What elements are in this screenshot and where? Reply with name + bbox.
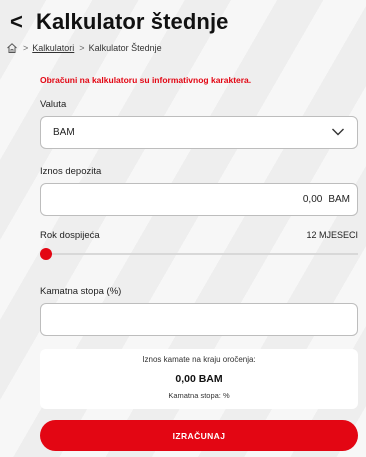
kamatna-stopa-input[interactable] xyxy=(40,303,358,336)
valuta-select[interactable]: BAM xyxy=(40,116,358,149)
izracunaj-button[interactable]: IZRAČUNAJ xyxy=(40,420,358,451)
valuta-label: Valuta xyxy=(40,99,67,110)
info-notice: Obračuni na kalkulatoru su informativnog… xyxy=(40,75,252,85)
home-icon[interactable] xyxy=(6,42,18,54)
page-header: < Kalkulator štednje xyxy=(10,6,229,38)
slider-track[interactable] xyxy=(40,253,358,255)
rok-value: 12 MJESECI xyxy=(306,230,358,240)
iznos-currency: BAM xyxy=(328,194,350,205)
rok-slider[interactable] xyxy=(40,248,358,260)
breadcrumb-separator: > xyxy=(79,43,85,53)
iznos-value: 0,00 xyxy=(302,194,323,205)
result-label: Iznos kamate na kraju oročenja: xyxy=(142,355,256,364)
breadcrumb-link-kalkulatori[interactable]: Kalkulatori xyxy=(32,43,74,53)
slider-thumb[interactable] xyxy=(40,248,52,260)
breadcrumb-current: Kalkulator Štednje xyxy=(88,43,162,53)
valuta-selected-value: BAM xyxy=(53,127,75,138)
rok-label: Rok dospijeća xyxy=(40,230,100,241)
chevron-down-icon xyxy=(332,128,344,136)
page-title: Kalkulator štednje xyxy=(36,9,229,34)
result-rate: Kamatna stopa: % xyxy=(168,391,230,400)
kamatna-label: Kamatna stopa (%) xyxy=(40,286,122,297)
iznos-depozita-input[interactable]: 0,00 BAM xyxy=(40,183,358,216)
breadcrumb: > Kalkulatori > Kalkulator Štednje xyxy=(6,42,162,54)
breadcrumb-separator: > xyxy=(23,43,29,53)
result-amount: 0,00 BAM xyxy=(175,373,223,385)
iznos-amount: 0,00 BAM xyxy=(303,194,350,205)
back-button[interactable]: < xyxy=(10,11,28,33)
result-card: Iznos kamate na kraju oročenja: 0,00 BAM… xyxy=(40,349,358,409)
iznos-label: Iznos depozita xyxy=(40,166,102,177)
rok-row: Rok dospijeća 12 MJESECI xyxy=(40,230,358,241)
savings-calculator-page: < Kalkulator štednje > Kalkulatori > Kal… xyxy=(0,0,366,457)
